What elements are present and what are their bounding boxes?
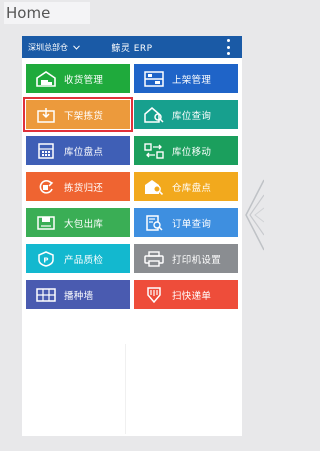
tile-label: 上架管理 <box>172 74 212 86</box>
seed-wall-icon <box>36 286 56 304</box>
tile-scan-express[interactable]: 扫快递单 <box>134 280 238 309</box>
return-icon <box>36 178 56 196</box>
tile-printer-settings[interactable]: 打印机设置 <box>134 244 238 273</box>
tile-location-move[interactable]: 库位移动 <box>134 136 238 165</box>
tile-seed-wall[interactable]: 播种墙 <box>26 280 130 309</box>
tile-label: 收货管理 <box>64 74 104 86</box>
tile-location-count[interactable]: 库位盘点 <box>26 136 130 165</box>
tile-label: 产品质检 <box>64 254 104 266</box>
home-title: Home <box>4 2 90 24</box>
printer-icon <box>144 250 164 268</box>
tile-picking[interactable]: 下架拣货 <box>23 97 133 132</box>
warehouse-search-icon <box>144 178 164 196</box>
tile-order-query[interactable]: 订单查询 <box>134 208 238 237</box>
app-header: 深圳总部仓 鲸灵 ERP <box>22 36 242 58</box>
app-screen: 深圳总部仓 鲸灵 ERP 收货管理 上架管理 下架拣货 库位查询 库位盘点 库位… <box>22 36 242 436</box>
location-search-icon <box>144 106 164 124</box>
svg-text:P: P <box>43 256 48 264</box>
package-out-icon <box>36 214 56 232</box>
connector-arrow-icon <box>240 170 265 260</box>
app-title: 鲸灵 ERP <box>111 44 153 54</box>
quality-shield-icon: P <box>36 250 56 268</box>
tile-label: 大包出库 <box>64 218 104 230</box>
tile-shelving[interactable]: 上架管理 <box>134 64 238 93</box>
tile-label: 扫快递单 <box>172 290 212 302</box>
move-grid-icon <box>144 142 164 160</box>
tile-location-query[interactable]: 库位查询 <box>134 100 238 129</box>
tile-label: 库位移动 <box>172 146 212 158</box>
tile-label: 拣货归还 <box>64 182 104 194</box>
tile-warehouse-count[interactable]: 仓库盘点 <box>134 172 238 201</box>
divider <box>125 344 126 434</box>
order-search-icon <box>144 214 164 232</box>
more-menu-icon[interactable] <box>226 39 230 55</box>
tile-bulk-outbound[interactable]: 大包出库 <box>26 208 130 237</box>
scan-express-icon <box>144 286 164 304</box>
tile-label: 订单查询 <box>172 218 212 230</box>
tile-picking-return[interactable]: 拣货归还 <box>26 172 130 201</box>
box-down-icon <box>36 106 56 124</box>
tile-label: 打印机设置 <box>172 254 222 266</box>
shelf-icon <box>144 70 164 88</box>
tile-receiving[interactable]: 收货管理 <box>26 64 130 93</box>
tile-label: 库位查询 <box>172 110 212 122</box>
tile-label: 仓库盘点 <box>172 182 212 194</box>
tile-label: 下架拣货 <box>64 110 104 122</box>
empty-content-area <box>22 338 242 436</box>
tile-quality-check[interactable]: P 产品质检 <box>26 244 130 273</box>
calculator-icon <box>36 142 56 160</box>
truck-warehouse-icon <box>36 70 56 88</box>
tile-label: 库位盘点 <box>64 146 104 158</box>
tile-label: 播种墙 <box>64 290 94 302</box>
